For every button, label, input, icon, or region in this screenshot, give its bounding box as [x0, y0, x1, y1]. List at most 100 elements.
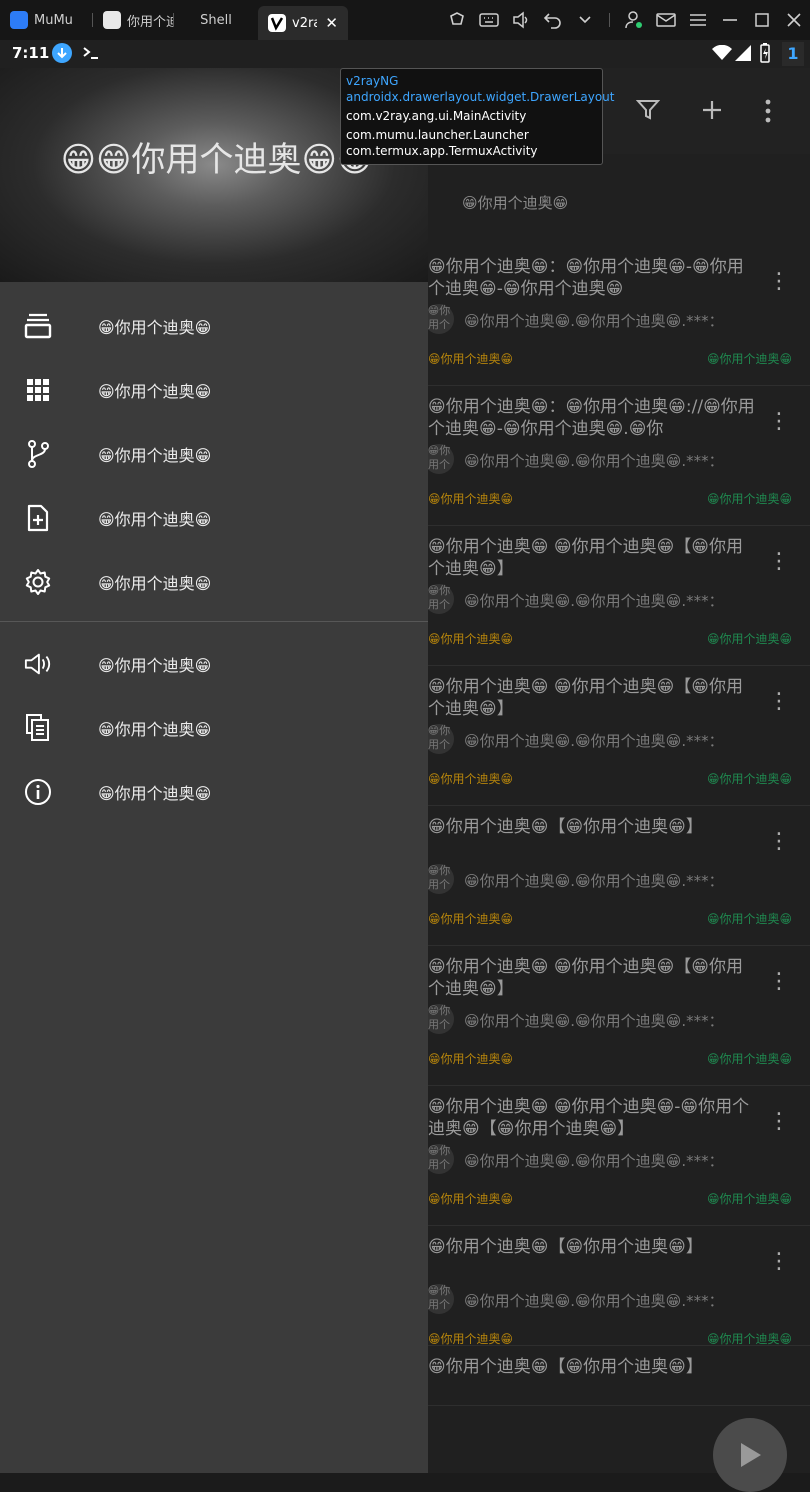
close-tab-icon[interactable]: ✕ [325, 14, 338, 32]
server-group-tag: 😁你用个迪奥😁 [428, 1192, 514, 1206]
drawer-item-user-asset[interactable]: 😁你用个迪奥😁 [0, 486, 428, 550]
minimize-icon[interactable] [714, 0, 746, 40]
drawer-item-label: 😁你用个迪奥😁 [98, 574, 212, 593]
overlay-termux: com.termux.app.TermuxActivity [346, 144, 538, 158]
tab-label: v2ra [292, 15, 318, 31]
server-title: 😁你用个迪奥😁 😁你用个迪奥😁【😁你用个迪奥😁】 [428, 957, 744, 999]
drawer-item-label: 😁你用个迪奥😁 [98, 318, 212, 337]
volume-icon[interactable] [505, 0, 537, 40]
terminal-icon [82, 45, 100, 65]
android-status-bar: 7:11 1 [0, 40, 810, 68]
server-address: 😁你用个迪奥😁.😁你用个迪奥😁.***： [464, 1012, 724, 1030]
more-options-icon[interactable]: ⋮ [768, 970, 790, 994]
activity-info-overlay: v2rayNG androidx.drawerlayout.widget.Dra… [340, 68, 615, 165]
overlay-launcher: com.mumu.launcher.Launcher [346, 128, 529, 142]
play-icon [741, 1443, 761, 1467]
server-latency-tag: 😁你用个迪奥😁 [706, 352, 792, 366]
server-latency-tag: 😁你用个迪奥😁 [706, 492, 792, 506]
server-card[interactable]: 😁你用个迪奥😁：😁你用个迪奥😁-😁你用个迪奥😁-😁你用个迪奥😁 ⋮ 😁你用个 😁你用个… [424, 246, 810, 386]
keyboard-icon[interactable] [473, 0, 505, 40]
server-card[interactable]: 😁你用个迪奥😁：😁你用个迪奥😁://😁你用个迪奥😁-😁你用个迪奥😁.😁你 ⋮ 😁你用… [424, 386, 810, 526]
logcat-icon [24, 714, 52, 742]
more-options-icon[interactable]: ⋮ [768, 410, 790, 434]
drawer-item-label: 😁你用个迪奥😁 [98, 656, 212, 675]
tab-app[interactable]: 你用个迪 [93, 3, 173, 37]
server-latency-tag: 😁你用个迪奥😁 [706, 772, 792, 786]
drawer-item-about[interactable]: 😁你用个迪奥😁 [0, 760, 428, 824]
chevron-down-icon[interactable] [569, 0, 601, 40]
tab-v2rayng[interactable]: v2ra ✕ [258, 6, 348, 40]
server-address: 😁你用个迪奥😁.😁你用个迪奥😁.***： [464, 872, 724, 890]
server-title: 😁你用个迪奥😁【😁你用个迪奥😁】 [428, 1357, 703, 1377]
gamepad-icon[interactable] [441, 0, 473, 40]
server-group-tag: 😁你用个迪奥😁 [428, 912, 514, 926]
drawer-item-settings[interactable]: 😁你用个迪奥😁 [0, 550, 428, 614]
download-icon [52, 43, 72, 63]
overlay-activity: com.v2ray.ang.ui.MainActivity [346, 109, 527, 123]
server-title: 😁你用个迪奥😁【😁你用个迪奥😁】 [428, 1237, 703, 1257]
connect-button[interactable] [713, 1418, 787, 1492]
instance-badge: 1 [782, 42, 804, 66]
server-type-avatar: 😁你用个 [424, 724, 454, 754]
status-time: 7:11 [12, 44, 50, 62]
tab-mumu[interactable]: MuMu [0, 3, 92, 37]
tab-label: Shell [200, 12, 232, 28]
mumu-app-icon [10, 11, 28, 29]
more-options-icon[interactable]: ⋮ [768, 690, 790, 714]
server-type-avatar: 😁你用个 [424, 304, 454, 334]
server-title: 😁你用个迪奥😁：😁你用个迪奥😁://😁你用个迪奥😁-😁你用个迪奥😁.😁你 [428, 397, 755, 439]
mail-icon[interactable] [650, 0, 682, 40]
back-icon[interactable] [537, 0, 569, 40]
emulator-title-bar: MuMu 你用个迪 Shell v2ra ✕ [0, 0, 810, 40]
server-type-avatar: 😁你用个 [424, 1284, 454, 1314]
layers-icon [24, 312, 52, 340]
navigation-drawer: 😁😁你用个迪奥😁😁 😁你用个迪奥😁 😁你用个迪奥😁 😁你用个迪奥😁 😁你用个迪奥… [0, 68, 428, 1473]
server-latency-tag: 😁你用个迪奥😁 [706, 1332, 792, 1346]
server-title: 😁你用个迪奥😁 😁你用个迪奥😁【😁你用个迪奥😁】 [428, 537, 744, 579]
server-group-tag: 😁你用个迪奥😁 [428, 492, 514, 506]
more-options-icon[interactable]: ⋮ [768, 550, 790, 574]
server-title: 😁你用个迪奥😁 😁你用个迪奥😁-😁你用个迪奥😁【😁你用个迪奥😁】 [428, 1097, 750, 1139]
drawer-item-logcat[interactable]: 😁你用个迪奥😁 [0, 696, 428, 760]
server-type-avatar: 😁你用个 [424, 444, 454, 474]
wifi-icon [712, 44, 732, 65]
add-file-icon [24, 504, 52, 532]
maximize-icon[interactable] [746, 0, 778, 40]
server-group-tag: 😁你用个迪奥😁 [428, 632, 514, 646]
more-options-icon[interactable]: ⋮ [768, 1250, 790, 1274]
menu-icon[interactable] [682, 0, 714, 40]
server-card[interactable]: 😁你用个迪奥😁【😁你用个迪奥😁】 ⋮ 😁你用个 😁你用个迪奥😁.😁你用个迪奥😁.***… [424, 1226, 810, 1346]
more-options-icon[interactable]: ⋮ [768, 830, 790, 854]
drawer-item-per-app[interactable]: 😁你用个迪奥😁 [0, 358, 428, 422]
tab-shell[interactable]: Shell [174, 3, 258, 37]
server-card[interactable]: 😁你用个迪奥😁【😁你用个迪奥😁】 [428, 1346, 810, 1406]
close-window-icon[interactable] [778, 0, 810, 40]
drawer-item-promotion[interactable]: 😁你用个迪奥😁 [0, 632, 428, 696]
toolbar-divider [609, 13, 610, 27]
server-type-avatar: 😁你用个 [424, 1144, 454, 1174]
apps-grid-icon [24, 376, 52, 404]
add-icon[interactable] [700, 98, 724, 126]
filter-icon[interactable] [635, 98, 661, 126]
account-icon[interactable] [618, 0, 650, 40]
overlay-view-class: androidx.drawerlayout.widget.DrawerLayou… [346, 90, 615, 104]
server-card[interactable]: 😁你用个迪奥😁 😁你用个迪奥😁【😁你用个迪奥😁】 ⋮ 😁你用个 😁你用个迪奥😁.😁你用… [424, 526, 810, 666]
server-card[interactable]: 😁你用个迪奥😁 😁你用个迪奥😁【😁你用个迪奥😁】 ⋮ 😁你用个 😁你用个迪奥😁.😁你用… [424, 946, 810, 1086]
drawer-item-routing[interactable]: 😁你用个迪奥😁 [0, 422, 428, 486]
drawer-item-subscription[interactable]: 😁你用个迪奥😁 [0, 294, 428, 358]
overflow-menu-icon[interactable] [758, 98, 778, 128]
server-type-avatar: 😁你用个 [424, 584, 454, 614]
drawer-item-label: 😁你用个迪奥😁 [98, 510, 212, 529]
info-icon [24, 778, 52, 806]
signal-icon [735, 45, 751, 65]
server-address: 😁你用个迪奥😁.😁你用个迪奥😁.***： [464, 312, 724, 330]
server-card[interactable]: 😁你用个迪奥😁【😁你用个迪奥😁】 ⋮ 😁你用个 😁你用个迪奥😁.😁你用个迪奥😁.***… [424, 806, 810, 946]
app-thumbnail-icon [103, 11, 121, 29]
server-card[interactable]: 😁你用个迪奥😁 😁你用个迪奥😁-😁你用个迪奥😁【😁你用个迪奥😁】 ⋮ 😁你用个 😁你用… [424, 1086, 810, 1226]
tab-label: MuMu [34, 12, 73, 28]
more-options-icon[interactable]: ⋮ [768, 1110, 790, 1134]
server-title: 😁你用个迪奥😁【😁你用个迪奥😁】 [428, 817, 703, 837]
server-address: 😁你用个迪奥😁.😁你用个迪奥😁.***： [464, 1292, 724, 1310]
server-card[interactable]: 😁你用个迪奥😁 😁你用个迪奥😁【😁你用个迪奥😁】 ⋮ 😁你用个 😁你用个迪奥😁.😁你用… [424, 666, 810, 806]
more-options-icon[interactable]: ⋮ [768, 270, 790, 294]
